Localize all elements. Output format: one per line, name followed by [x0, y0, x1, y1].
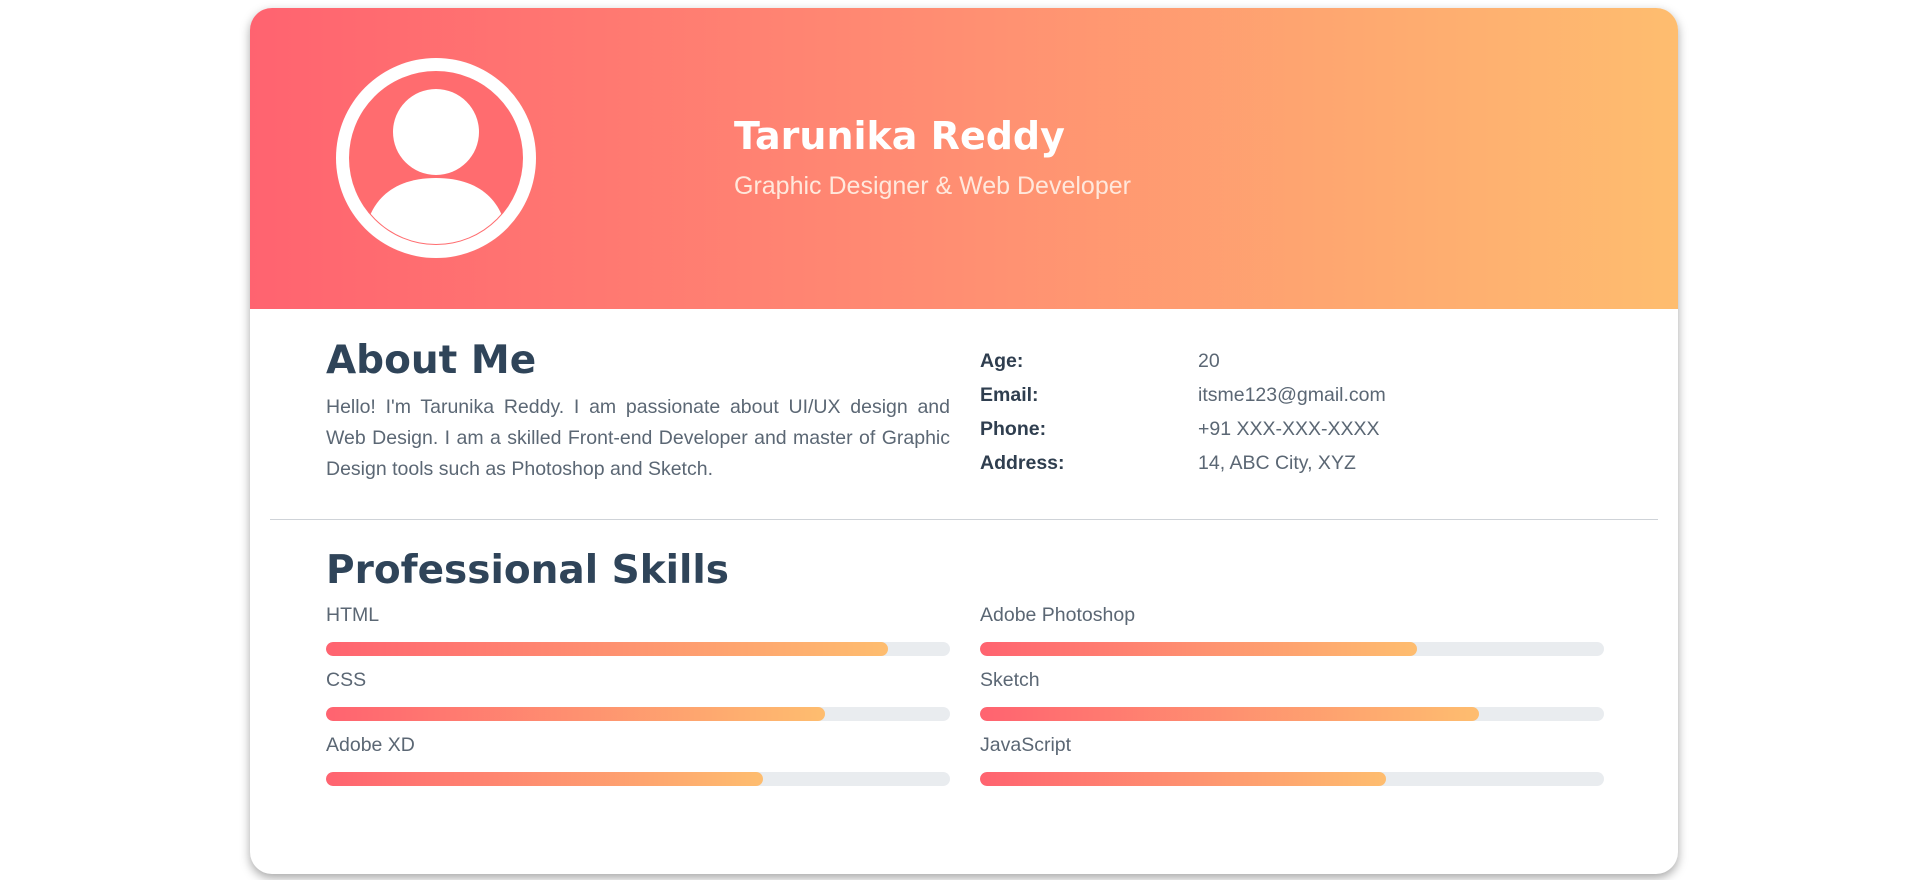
skill-adobe-photoshop: Adobe Photoshop — [980, 604, 1604, 664]
skill-progress-track — [326, 642, 950, 656]
skill-name: Adobe XD — [326, 734, 415, 756]
profile-name: Tarunika Reddy — [734, 114, 1065, 158]
skill-javascript: JavaScript — [980, 734, 1604, 794]
skill-progress-fill — [980, 707, 1480, 721]
profile-header: Tarunika Reddy Graphic Designer & Web De… — [250, 8, 1678, 309]
info-value: 20 — [1198, 350, 1220, 372]
info-value: +91 XXX-XXX-XXXX — [1198, 418, 1380, 440]
skill-progress-track — [980, 642, 1604, 656]
info-value: itsme123@gmail.com — [1198, 384, 1386, 406]
resume-card: Tarunika Reddy Graphic Designer & Web De… — [250, 8, 1678, 874]
skill-progress-track — [980, 707, 1604, 721]
section-divider — [270, 519, 1658, 520]
skill-progress-fill — [980, 772, 1386, 786]
info-value: 14, ABC City, XYZ — [1198, 452, 1356, 474]
skill-html: HTML — [326, 604, 950, 664]
about-heading: About Me — [326, 338, 537, 383]
skill-name: Adobe Photoshop — [980, 604, 1136, 626]
about-text: Hello! I'm Tarunika Reddy. I am passiona… — [326, 396, 950, 480]
info-label: Address: — [980, 452, 1065, 474]
skill-progress-track — [326, 772, 950, 786]
skill-progress-fill — [980, 642, 1417, 656]
skill-progress-fill — [326, 772, 763, 786]
info-label: Age: — [980, 350, 1024, 372]
skill-css: CSS — [326, 669, 950, 729]
user-avatar-icon — [336, 58, 536, 258]
skill-name: CSS — [326, 669, 367, 691]
skill-progress-fill — [326, 707, 826, 721]
profile-title: Graphic Designer & Web Developer — [734, 172, 1131, 200]
info-label: Email: — [980, 384, 1039, 406]
skill-name: Sketch — [980, 669, 1040, 691]
info-label: Phone: — [980, 418, 1047, 440]
skill-name: JavaScript — [980, 734, 1072, 756]
skill-progress-track — [326, 707, 950, 721]
skill-progress-track — [980, 772, 1604, 786]
skill-sketch: Sketch — [980, 669, 1604, 729]
skill-adobe-xd: Adobe XD — [326, 734, 950, 794]
skill-progress-fill — [326, 642, 888, 656]
skill-name: HTML — [326, 604, 380, 626]
skills-heading: Professional Skills — [326, 548, 729, 593]
